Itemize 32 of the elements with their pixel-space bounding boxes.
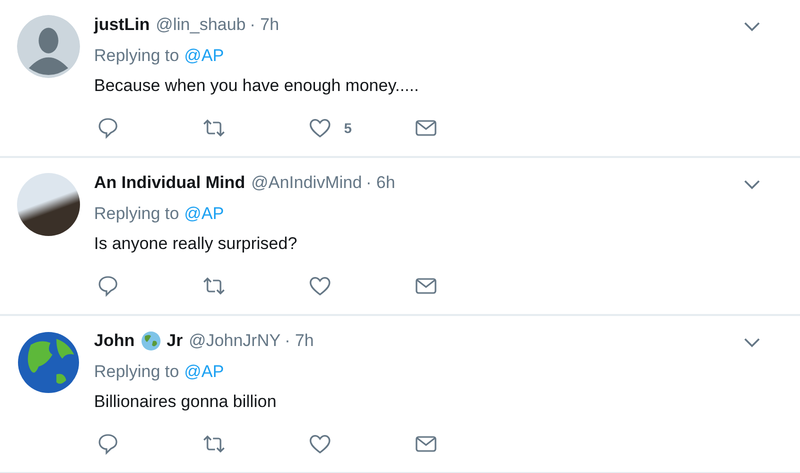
tweet-time[interactable]: · 7h [250, 15, 280, 35]
mention-link[interactable]: @AP [184, 204, 224, 224]
mention-link[interactable]: @AP [184, 46, 224, 66]
like-icon[interactable] [308, 432, 332, 456]
chevron-down-icon[interactable] [744, 338, 760, 348]
default-avatar-icon[interactable] [17, 15, 80, 78]
tweet-time[interactable]: · 7h [284, 331, 314, 351]
user-name[interactable]: Jr [166, 331, 183, 351]
replying-label: Replying to [94, 204, 180, 224]
reply-icon[interactable] [96, 432, 120, 456]
globe-icon [140, 331, 161, 351]
reply-icon[interactable] [96, 274, 120, 298]
like-icon[interactable] [308, 274, 332, 298]
tweet-text: Is anyone really surprised? [94, 234, 298, 254]
user-handle[interactable]: @lin_shaub [156, 15, 246, 35]
like-icon[interactable] [308, 116, 332, 140]
tweet-text: Because when you have enough money..... [94, 76, 420, 96]
like-count: 5 [344, 120, 352, 136]
chevron-down-icon[interactable] [744, 180, 760, 190]
globe-icon[interactable] [17, 331, 80, 394]
user-name[interactable]: John [94, 331, 135, 351]
user-name[interactable]: justLin [94, 15, 150, 35]
tweet-text: Billionaires gonna billion [94, 392, 278, 412]
reply-icon[interactable] [96, 116, 120, 140]
replying-label: Replying to [94, 46, 180, 66]
tweet-time[interactable]: · 6h [366, 173, 396, 193]
user-handle[interactable]: @AnIndivMind [251, 173, 362, 193]
user-handle[interactable]: @JohnJrNY [188, 331, 281, 351]
mention-link[interactable]: @AP [184, 362, 224, 382]
chevron-down-icon[interactable] [744, 22, 760, 32]
replying-label: Replying to [94, 362, 180, 382]
user-name[interactable]: An Individual Mind [94, 173, 246, 193]
